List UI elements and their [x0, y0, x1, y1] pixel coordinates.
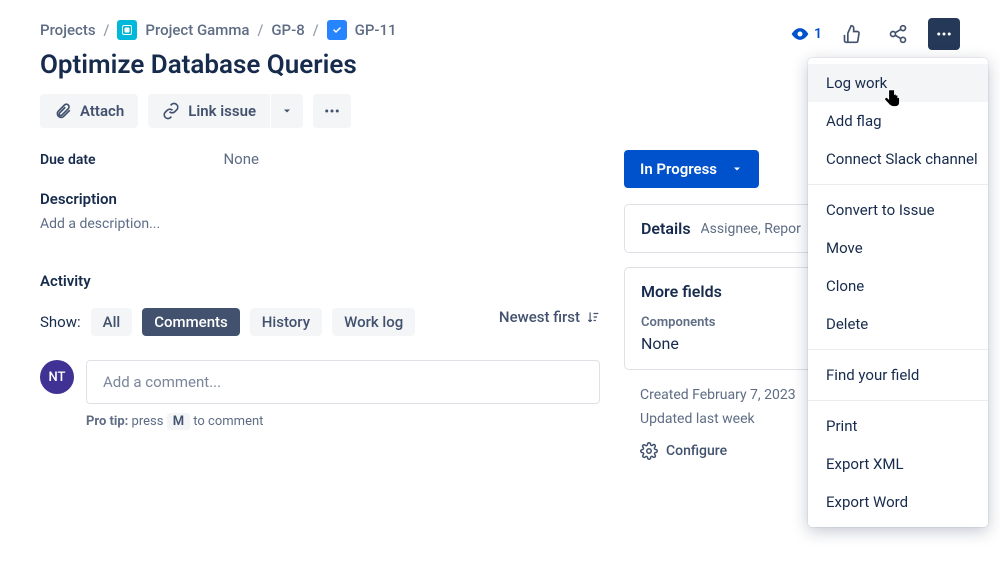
watch-count: 1 — [814, 26, 822, 42]
menu-connect-slack[interactable]: Connect Slack channel — [808, 140, 988, 178]
share-button[interactable] — [882, 18, 914, 50]
more-issue-actions[interactable] — [313, 94, 351, 128]
menu-divider — [808, 349, 988, 350]
pro-tip: Pro tip: press M to comment — [86, 414, 600, 429]
menu-divider — [808, 184, 988, 185]
sort-toggle[interactable]: Newest first — [499, 308, 600, 326]
status-dropdown[interactable]: In Progress — [624, 150, 759, 188]
menu-delete[interactable]: Delete — [808, 305, 988, 343]
tab-all[interactable]: All — [91, 308, 133, 336]
menu-convert[interactable]: Convert to Issue — [808, 191, 988, 229]
keyboard-key: M — [167, 413, 190, 430]
project-avatar-icon — [117, 20, 137, 40]
comment-input[interactable]: Add a comment... — [86, 360, 600, 404]
breadcrumb-projects[interactable]: Projects — [40, 21, 96, 39]
tab-worklog[interactable]: Work log — [332, 308, 415, 336]
sort-label: Newest first — [499, 308, 580, 326]
breadcrumb-separator: / — [104, 21, 110, 39]
main-content: Due date None Description Add a descript… — [40, 150, 600, 460]
activity-filter-row: Show: All Comments History Work log — [40, 308, 415, 336]
like-button[interactable] — [836, 18, 868, 50]
due-date-label: Due date — [40, 152, 220, 168]
menu-export-word[interactable]: Export Word — [808, 483, 988, 521]
show-label: Show: — [40, 313, 81, 331]
top-actions: 1 — [790, 18, 960, 50]
more-actions-button[interactable] — [928, 18, 960, 50]
link-issue-button[interactable]: Link issue — [148, 94, 270, 128]
due-date-value: None — [223, 150, 259, 168]
tab-comments[interactable]: Comments — [142, 308, 240, 336]
configure-label: Configure — [666, 443, 727, 459]
details-title: Details — [641, 219, 691, 238]
breadcrumb-separator: / — [313, 21, 319, 39]
pro-tip-prefix: Pro tip: — [86, 414, 128, 429]
breadcrumb-issue[interactable]: GP-11 — [355, 21, 397, 39]
description-placeholder[interactable]: Add a description... — [40, 216, 600, 232]
attach-button[interactable]: Attach — [40, 94, 138, 128]
more-actions-menu: Log work Add flag Connect Slack channel … — [808, 58, 988, 527]
description-heading: Description — [40, 190, 600, 208]
activity-heading: Activity — [40, 272, 600, 290]
menu-print[interactable]: Print — [808, 407, 988, 445]
menu-find-field[interactable]: Find your field — [808, 356, 988, 394]
breadcrumb-parent[interactable]: GP-8 — [271, 21, 304, 39]
tab-history[interactable]: History — [250, 308, 322, 336]
link-issue-label: Link issue — [188, 102, 256, 120]
menu-move[interactable]: Move — [808, 229, 988, 267]
link-issue-dropdown[interactable] — [271, 94, 303, 128]
issue-type-icon — [327, 20, 347, 40]
menu-add-flag[interactable]: Add flag — [808, 102, 988, 140]
due-date-field[interactable]: Due date None — [40, 150, 600, 168]
menu-divider — [808, 400, 988, 401]
details-hint: Assignee, Repor — [701, 221, 801, 237]
breadcrumb-separator: / — [257, 21, 263, 39]
menu-export-xml[interactable]: Export XML — [808, 445, 988, 483]
user-avatar: NT — [40, 360, 74, 394]
more-fields-title: More fields — [641, 282, 722, 301]
status-label: In Progress — [640, 160, 717, 178]
add-comment-row: NT Add a comment... — [40, 360, 600, 404]
breadcrumb-project[interactable]: Project Gamma — [145, 21, 249, 39]
description-section: Description Add a description... — [40, 190, 600, 232]
attach-label: Attach — [80, 102, 124, 120]
watch-button[interactable]: 1 — [790, 24, 822, 44]
activity-section: Activity Show: All Comments History Work… — [40, 272, 600, 429]
menu-log-work[interactable]: Log work — [808, 64, 988, 102]
menu-clone[interactable]: Clone — [808, 267, 988, 305]
